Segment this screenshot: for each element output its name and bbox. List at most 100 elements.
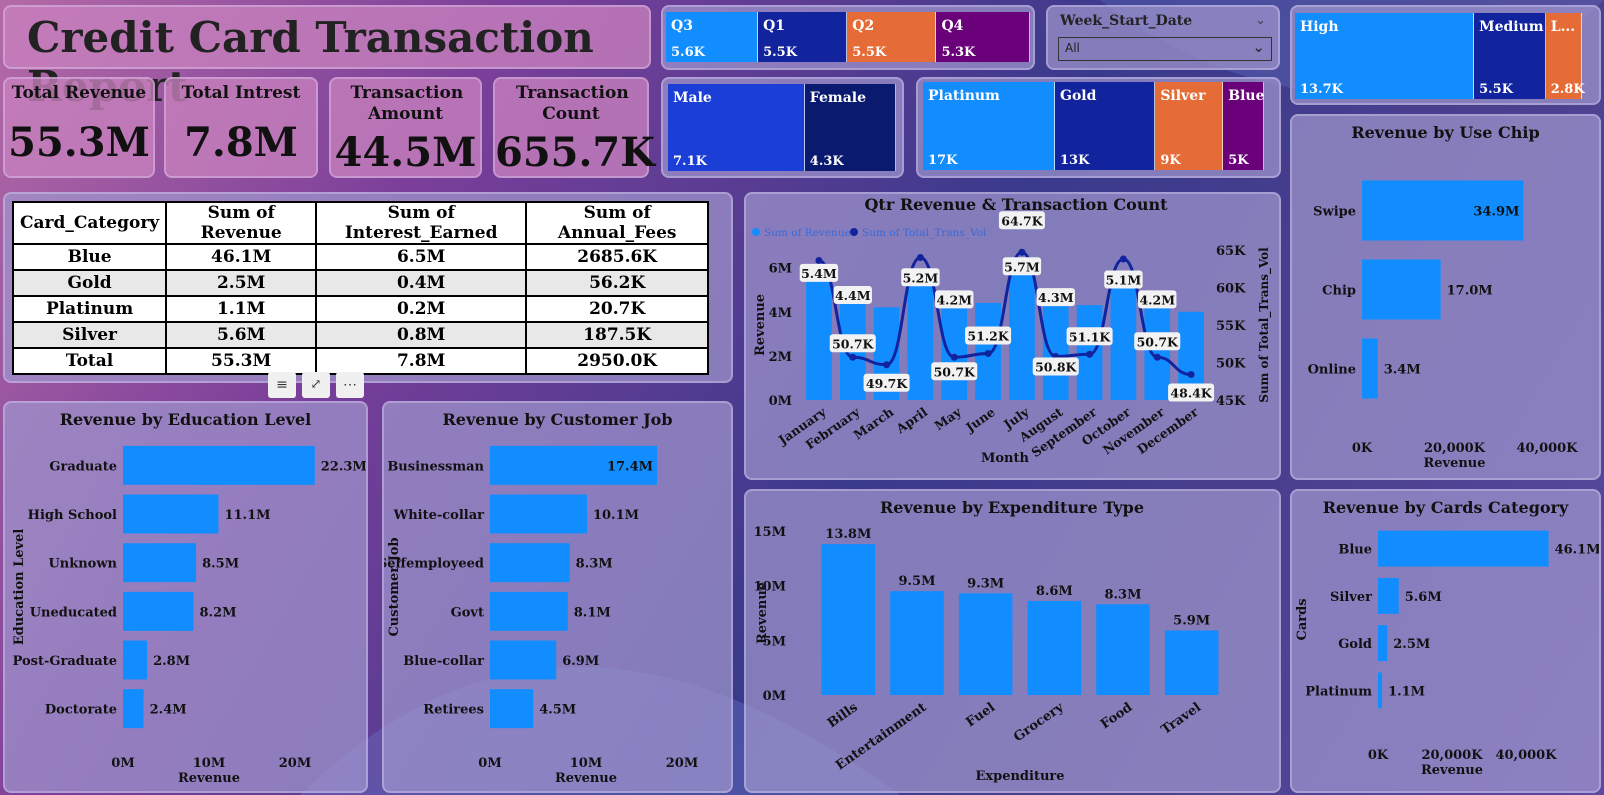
treemap-tile-platinum[interactable]: Platinum 17K — [923, 82, 1055, 170]
table-cell: 46.1M — [165, 243, 318, 271]
data-label: 50.8K — [1035, 360, 1077, 375]
chart-title: Revenue by Use Chip — [1351, 123, 1539, 142]
treemap-tile-q4[interactable]: Q4 5.3K — [936, 12, 1030, 62]
treemap-tile-high[interactable]: High 13.7K — [1295, 13, 1475, 99]
treemap-tile-male[interactable]: Male 7.1K — [668, 84, 805, 171]
category-label: Retirees — [423, 703, 484, 718]
data-label: 4.2M — [936, 292, 972, 307]
column-header[interactable]: Card_Category — [11, 201, 168, 245]
chevron-up-icon[interactable]: ⌄ — [1255, 13, 1266, 28]
line-point — [984, 350, 992, 357]
bar — [1362, 259, 1441, 320]
treemap-tile-blue[interactable]: Blue 5K — [1223, 82, 1265, 170]
x-axis-title: Expenditure — [975, 769, 1064, 784]
y-tick-label: 6M — [769, 262, 792, 277]
category-label: June — [962, 404, 998, 435]
table-cell: Total — [11, 347, 168, 375]
income-treemap[interactable]: High 13.7K Medium 5.5K L... 2.8K — [1295, 13, 1596, 99]
cards-category-chart-panel: Revenue by Cards Category Blue 46.1M Silver… — [1290, 489, 1601, 793]
x-tick-label: 40,000K — [1516, 441, 1578, 456]
treemap-tile-q1[interactable]: Q1 5.5K — [758, 12, 848, 62]
job-chart[interactable]: Revenue by Customer Job Businessman 17.4M W… — [378, 403, 731, 791]
data-label: 22.3M — [321, 459, 366, 474]
treemap-tile-q2[interactable]: Q2 5.5K — [847, 12, 937, 62]
treemap-tile-female[interactable]: Female 4.3K — [804, 84, 896, 171]
card-treemap[interactable]: Platinum 17K Gold 13K Silver 9K Blue 5K — [923, 82, 1275, 170]
qtr-revenue-chart[interactable]: Qtr Revenue & Transaction Count Sum of Re… — [746, 194, 1279, 478]
expenditure-chart[interactable]: Revenue by Expenditure Type0M5M10M15M 13.… — [746, 491, 1279, 791]
table-cell: 56.2K — [525, 269, 710, 297]
kpi-label: Total Intrest — [181, 83, 301, 103]
bar — [123, 591, 194, 631]
bar — [890, 591, 944, 695]
category-label: April — [892, 404, 930, 437]
bar — [123, 689, 144, 729]
expenditure-chart-panel: Revenue by Expenditure Type 0M 5M 10M 15M 13.… — [744, 489, 1281, 793]
data-label: 50.7K — [832, 336, 874, 351]
data-label: 8.3M — [576, 557, 613, 572]
table-cell: 0.4M — [315, 269, 528, 297]
y-axis-title: Revenue — [755, 582, 770, 644]
gender-treemap[interactable]: Male 7.1K Female 4.3K — [668, 84, 896, 171]
treemap-tile-q3[interactable]: Q3 5.6K — [666, 12, 759, 62]
quarter-treemap[interactable]: Q3 5.6K Q1 5.5K Q2 5.5K Q4 5.3K — [666, 12, 1030, 62]
data-label: 3.4M — [1384, 363, 1421, 378]
line-point — [1086, 350, 1094, 358]
income-treemap-panel: High 13.7K Medium 5.5K L... 2.8K — [1290, 5, 1601, 105]
x-axis-title: Revenue — [178, 771, 240, 786]
tile-name: Q1 — [763, 18, 786, 34]
data-label: 4.3M — [1038, 290, 1074, 305]
card-treemap-panel: Platinum 17K Gold 13K Silver 9K Blue 5K — [916, 77, 1281, 178]
category-label: Post-Graduate — [13, 654, 117, 669]
column-header[interactable]: Sum of Revenue — [165, 201, 318, 245]
data-label: 5.2M — [903, 270, 939, 285]
data-label: 50.7K — [934, 364, 976, 379]
column-header[interactable]: Sum of Interest_Earned — [315, 201, 528, 245]
bar — [490, 689, 534, 729]
x-tick-label: 20M — [666, 756, 698, 771]
education-chart[interactable]: Revenue by Education Level Graduate 22.3M H… — [5, 403, 367, 791]
line-point — [1018, 248, 1026, 256]
legend-marker — [752, 228, 760, 236]
category-label: May — [931, 404, 964, 433]
treemap-tile-l[interactable]: L... 2.8K — [1545, 13, 1585, 99]
treemap-tile-silver[interactable]: Silver 9K — [1155, 82, 1224, 170]
tile-name: L... — [1550, 19, 1576, 35]
bar — [1164, 630, 1219, 695]
table-cell: 55.3M — [165, 347, 318, 375]
use-chip-chart[interactable]: Revenue by Use Chip Swipe 34.9M Chip 17.0M On… — [1292, 116, 1599, 478]
y-axis-title: Education Level — [12, 529, 27, 646]
focus-mode-icon[interactable]: ⤢ — [302, 372, 330, 398]
category-label: Graduate — [49, 459, 117, 474]
category-label: Businessman — [387, 459, 484, 474]
table-cell: Silver — [11, 321, 168, 349]
treemap-tile-gold[interactable]: Gold 13K — [1055, 82, 1156, 170]
x-tick-label: 20M — [279, 756, 311, 771]
kpi-value: 655.7K — [495, 129, 656, 176]
x-tick-label: 10M — [193, 756, 225, 771]
filter-icon[interactable]: ≡ — [268, 372, 296, 398]
week-start-dropdown[interactable]: All ⌄ — [1058, 37, 1272, 61]
treemap-tile-medium[interactable]: Medium 5.5K — [1474, 13, 1546, 99]
kpi-value: 7.8M — [184, 119, 298, 166]
x-tick-label: 0M — [478, 756, 501, 771]
data-label: 6.9M — [562, 654, 599, 669]
column-header[interactable]: Sum of Annual_Fees — [525, 201, 710, 245]
category-label: Gold — [1338, 637, 1372, 652]
x-tick-label: 40,000K — [1495, 748, 1557, 763]
more-options-icon[interactable]: ⋯ — [336, 372, 364, 398]
category-label: Travel — [1159, 700, 1204, 738]
category-label: Govt — [451, 605, 484, 620]
tile-name: Q2 — [852, 18, 875, 34]
tile-name: Male — [673, 90, 712, 106]
data-label: 2.8M — [153, 654, 190, 669]
data-label: 49.7K — [866, 376, 908, 391]
data-label: 8.2M — [200, 605, 237, 620]
table-cell: 6.5M — [315, 243, 528, 271]
line-point — [916, 254, 924, 261]
tile-name: Medium — [1479, 19, 1544, 35]
kpi-value: 44.5M — [334, 129, 477, 176]
category-label: Uneducated — [30, 605, 117, 620]
title-panel: Credit Card Transaction Report — [3, 5, 651, 111]
cards-category-chart[interactable]: Revenue by Cards Category Blue 46.1M Silver… — [1292, 491, 1601, 791]
